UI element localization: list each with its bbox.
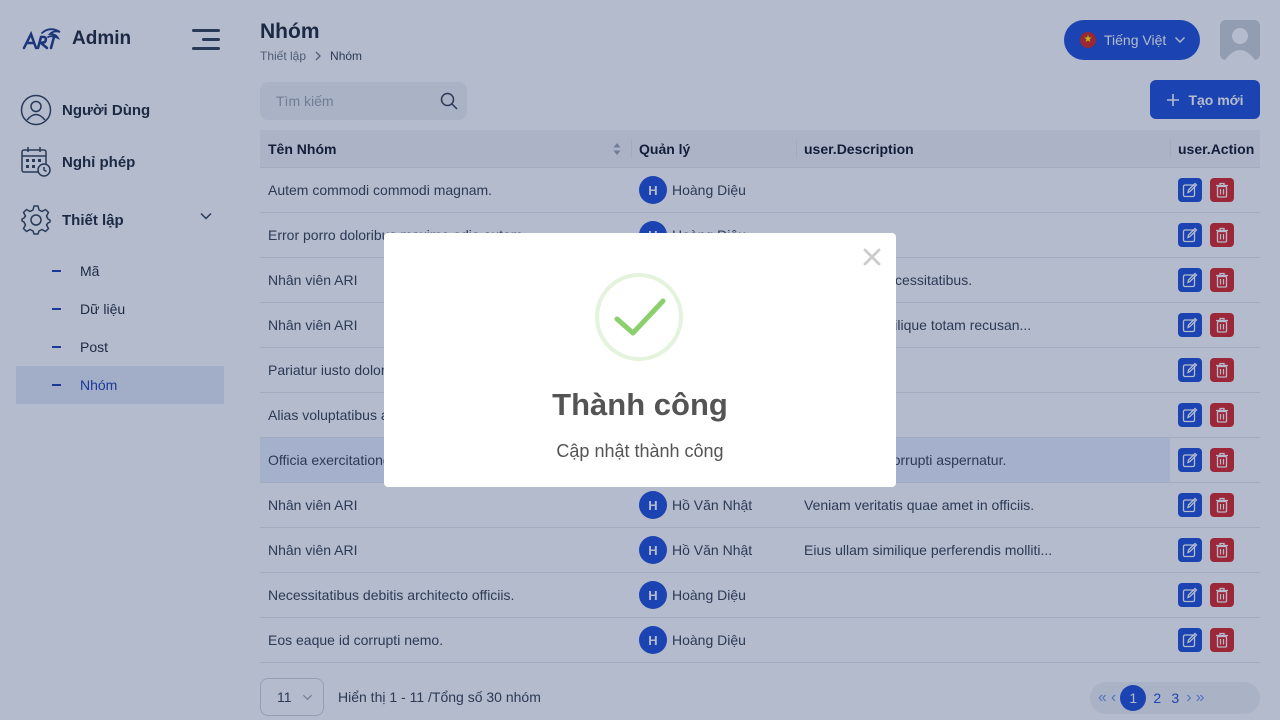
success-dialog: Thành công Cập nhật thành công [384, 233, 896, 487]
dialog-message: Cập nhật thành công [556, 441, 724, 461]
success-icon [595, 273, 683, 361]
close-icon[interactable] [862, 247, 882, 267]
dialog-title: Thành công [552, 387, 728, 422]
checkmark-icon [614, 298, 666, 336]
